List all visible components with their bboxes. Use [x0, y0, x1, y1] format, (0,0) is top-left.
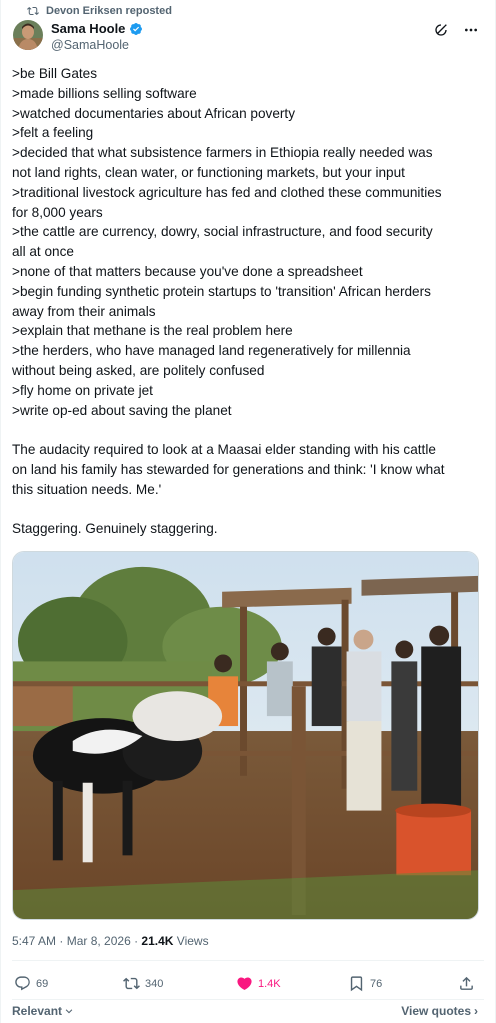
meta-separator-2: · — [130, 934, 142, 948]
view-quotes-link[interactable]: View quotes › — [401, 1004, 478, 1018]
tweet-text-line: >be Bill Gates — [12, 66, 98, 81]
like-count: 1.4K — [258, 977, 281, 990]
author-name-row[interactable]: Sama Hoole — [51, 21, 143, 36]
tweet-text-line: >begin funding synthetic protein startup… — [12, 283, 431, 299]
avatar[interactable] — [13, 20, 43, 50]
reply-icon — [15, 976, 30, 991]
divider-2 — [12, 999, 484, 1000]
reply-count: 69 — [36, 977, 49, 990]
bookmark-count: 76 — [370, 977, 383, 990]
tweet-date[interactable]: Mar 8, 2026 — [67, 934, 131, 948]
repost-context[interactable]: Devon Eriksen reposted — [27, 4, 172, 18]
reply-button[interactable]: 69 — [14, 975, 48, 992]
verified-badge-icon — [129, 22, 143, 36]
tweet-text-line: not land rights, clean water, or functio… — [12, 164, 405, 180]
tweet-text-line: >write op-ed about saving the planet — [12, 402, 232, 418]
top-actions — [433, 22, 479, 38]
view-quotes-label: View quotes — [401, 1004, 471, 1018]
tweet-text-line: >the cattle are currency, dowry, social … — [12, 224, 433, 240]
tweet-text-line: >felt a feeling — [12, 125, 94, 141]
sort-label: Relevant — [12, 1004, 63, 1018]
tweet-text-line: >fly home on private jet — [12, 382, 153, 398]
repost-text: Devon Eriksen reposted — [46, 5, 172, 17]
repost-icon — [123, 977, 140, 990]
tweet-text-line: >traditional livestock agriculture has f… — [12, 184, 442, 200]
share-icon — [460, 976, 473, 990]
tweet-text-line: on land his family has stewarded for gen… — [12, 461, 445, 477]
tweet-meta: 5:47 AM · Mar 8, 2026 · 21.4K Views — [12, 934, 209, 948]
tweet-text-line: >decided that what subsistence farmers i… — [12, 145, 433, 161]
tweet-text-line: >the herders, who have managed land rege… — [12, 343, 411, 359]
bookmark-icon — [350, 976, 363, 992]
like-button[interactable]: 1.4K — [236, 975, 281, 992]
bookmark-button[interactable]: 76 — [348, 975, 382, 992]
tweet-text-line: for 8,000 years — [12, 204, 103, 220]
heart-icon — [237, 977, 252, 990]
tweet-detail: Devon Eriksen reposted Sama Hoole @SamaH… — [0, 0, 496, 1023]
repost-icon — [27, 6, 39, 16]
grok-icon[interactable] — [433, 22, 449, 38]
views-label: Views — [173, 934, 209, 948]
tweet-text-line: The audacity required to look at a Maasa… — [12, 442, 436, 458]
meta-separator: · — [56, 934, 67, 948]
repost-button[interactable]: 340 — [123, 975, 163, 992]
action-bar: 69 340 1.4K 76 — [14, 975, 476, 995]
tweet-text-line: this situation needs. Me.' — [12, 481, 162, 497]
tweet-text-line: all at once — [12, 244, 74, 260]
chevron-right-icon: › — [474, 1004, 478, 1018]
chevron-down-icon — [65, 1009, 73, 1014]
share-button[interactable] — [458, 975, 475, 992]
author-name[interactable]: Sama Hoole — [51, 21, 125, 36]
views-count: 21.4K — [141, 934, 174, 948]
paragraph-break — [12, 500, 490, 520]
divider — [12, 960, 484, 961]
tweet-time[interactable]: 5:47 AM — [12, 934, 56, 948]
tweet-text: >be Bill Gates >made billions selling sof… — [12, 64, 490, 539]
tweet-text-line: Staggering. Genuinely staggering. — [12, 521, 218, 537]
tweet-text-line: away from their animals — [12, 303, 156, 319]
paragraph-break — [12, 420, 490, 440]
tweet-text-line: >watched documentaries about African pov… — [12, 105, 295, 121]
repost-count: 340 — [145, 977, 164, 990]
author-handle[interactable]: @SamaHoole — [51, 38, 129, 52]
tweet-text-line: >none of that matters because you've don… — [12, 263, 363, 279]
sort-dropdown[interactable]: Relevant — [12, 1004, 74, 1018]
tweet-text-line: >explain that methane is the real proble… — [12, 323, 293, 339]
tweet-text-line: >made billions selling software — [12, 85, 197, 101]
more-dots-icon[interactable] — [463, 22, 479, 38]
tweet-text-line: without being asked, are politely confus… — [12, 362, 265, 378]
tweet-photo[interactable] — [12, 551, 479, 920]
